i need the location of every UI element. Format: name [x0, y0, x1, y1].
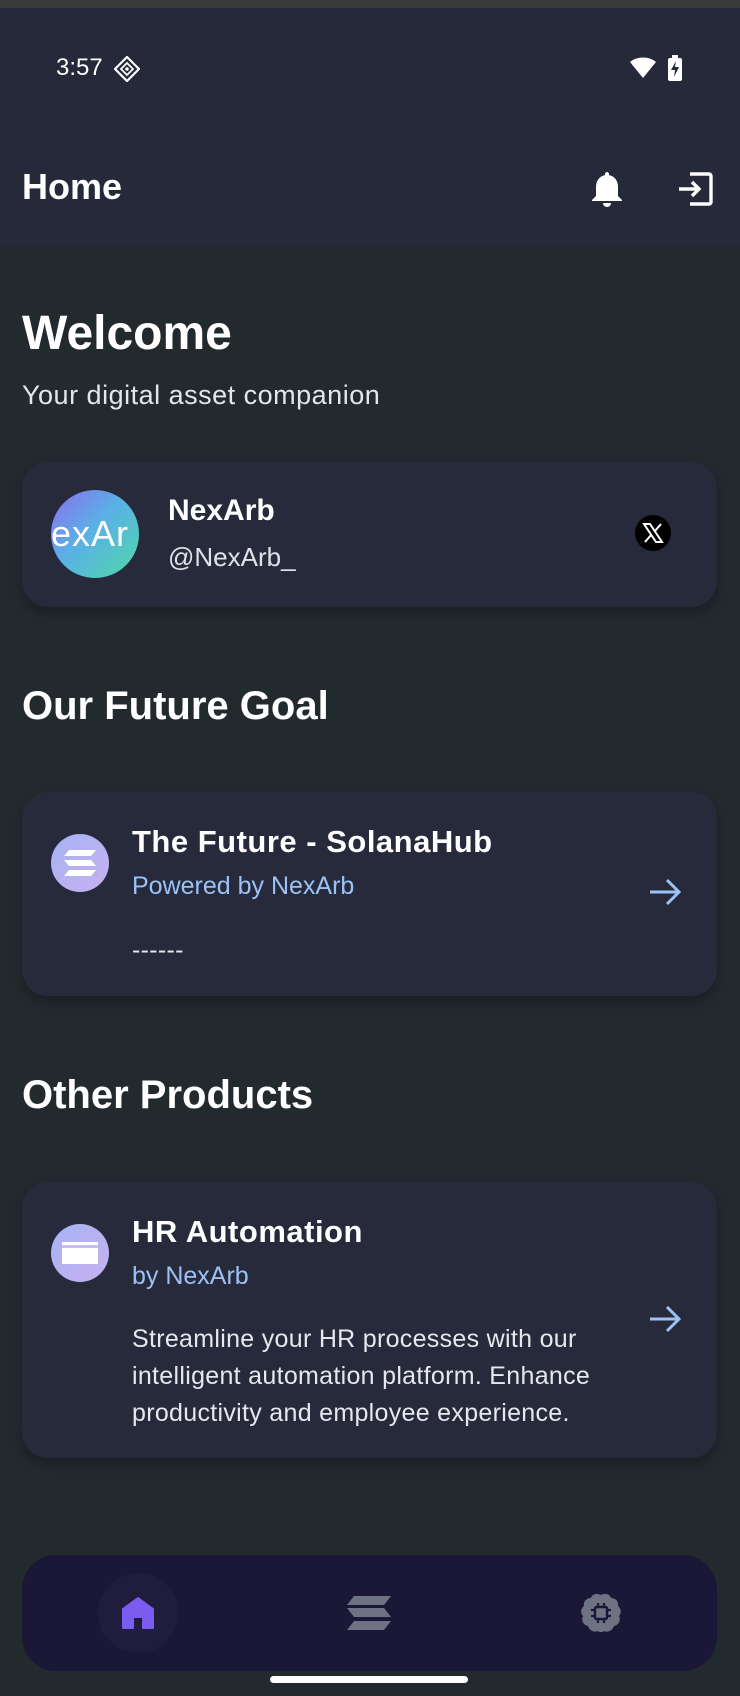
- profile-card: exAr NexArb @NexArb_: [22, 462, 717, 607]
- solana-icon: [64, 850, 96, 876]
- solanahub-card[interactable]: The Future - SolanaHub Powered by NexArb…: [22, 792, 717, 996]
- product-by: by NexArb: [132, 1262, 249, 1290]
- other-products-title: Other Products: [22, 1073, 314, 1117]
- avatar: exAr: [51, 490, 139, 578]
- welcome-subtitle: Your digital asset companion: [22, 380, 381, 410]
- nav-home[interactable]: [98, 1573, 178, 1653]
- profile-handle: @NexArb_: [168, 542, 296, 572]
- wifi-icon: [630, 57, 656, 78]
- home-screen: 3:57 Home Welcome Your digital asset com…: [0, 0, 740, 1696]
- open-solanahub-button[interactable]: [645, 872, 685, 912]
- diamond-notification-icon: [114, 56, 140, 82]
- status-time: 3:57: [56, 54, 103, 81]
- hr-automation-card[interactable]: HR Automation by NexArb Streamline your …: [22, 1182, 717, 1458]
- avatar-logo-text: exAr: [51, 513, 130, 554]
- hr-automation-logo: [51, 1224, 109, 1282]
- x-profile-link[interactable]: [635, 515, 671, 551]
- welcome-title: Welcome: [22, 307, 232, 360]
- top-edge: [0, 0, 740, 8]
- product-description: ------: [132, 936, 184, 964]
- arrow-right-icon: [650, 1305, 682, 1333]
- profile-name: NexArb: [168, 494, 275, 527]
- logout-button[interactable]: [670, 164, 720, 214]
- product-name: The Future - SolanaHub: [132, 824, 493, 859]
- nav-solana[interactable]: [329, 1573, 409, 1653]
- bell-icon: [592, 172, 622, 207]
- home-indicator[interactable]: [270, 1676, 468, 1683]
- home-icon: [122, 1597, 154, 1629]
- product-description: Streamline your HR processes with our in…: [132, 1325, 591, 1427]
- x-logo-icon: [642, 523, 664, 543]
- product-name: HR Automation: [132, 1214, 363, 1249]
- battery-charging-icon: [668, 55, 682, 81]
- card-icon: [62, 1242, 98, 1264]
- bottom-navigation: [22, 1555, 717, 1671]
- product-by: Powered by NexArb: [132, 872, 355, 900]
- logout-icon: [679, 172, 713, 206]
- future-goal-title: Our Future Goal: [22, 684, 329, 728]
- solana-icon: [347, 1596, 391, 1630]
- nav-ai[interactable]: [561, 1573, 641, 1653]
- notifications-button[interactable]: [582, 164, 632, 214]
- page-title: Home: [22, 166, 123, 207]
- solana-logo: [51, 834, 109, 892]
- brain-icon: [581, 1594, 621, 1632]
- arrow-right-icon: [650, 878, 682, 906]
- open-hr-automation-button[interactable]: [645, 1299, 685, 1339]
